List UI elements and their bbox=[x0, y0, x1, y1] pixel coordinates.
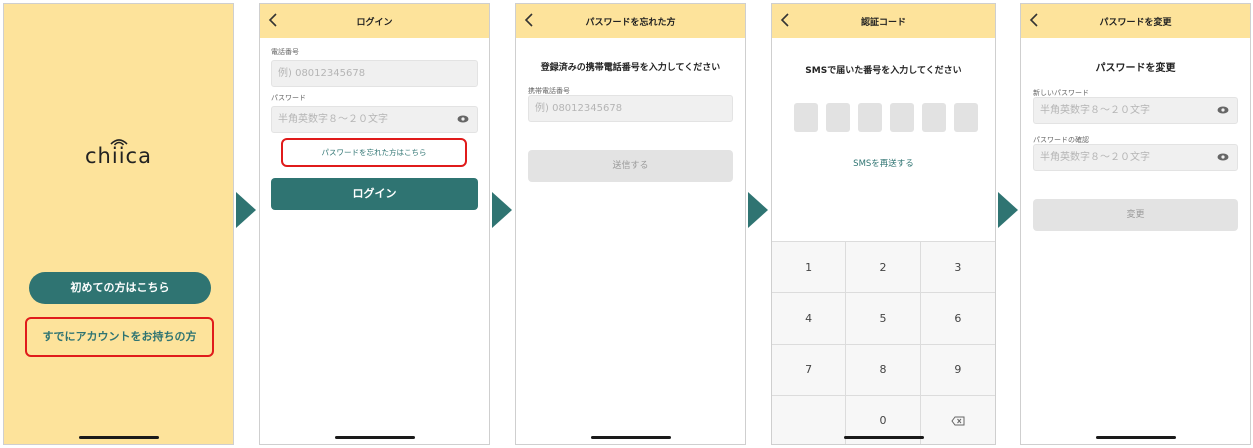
back-chevron-icon[interactable] bbox=[1027, 11, 1043, 29]
resend-sms-link[interactable]: SMSを再送する bbox=[772, 157, 995, 169]
key-blank bbox=[772, 394, 847, 444]
app-logo: chiica bbox=[4, 134, 233, 168]
home-indicator bbox=[843, 436, 924, 439]
code-digit-box[interactable] bbox=[826, 103, 850, 132]
header-bar: パスワードを変更 bbox=[1021, 4, 1250, 38]
key-1[interactable]: 1 bbox=[772, 241, 847, 293]
flow-stage: chiica 初めての方はこちら すでにアカウントをお持ちの方 ログイン 電話番… bbox=[0, 0, 1253, 448]
code-digit-box[interactable] bbox=[858, 103, 882, 132]
header-bar: ログイン bbox=[260, 4, 489, 38]
page-title: ログイン bbox=[356, 17, 393, 28]
screen-change-password: パスワードを変更 パスワードを変更 新しいパスワード 半角英数字８〜２０文字 パ… bbox=[1020, 3, 1251, 445]
key-6[interactable]: 6 bbox=[920, 292, 995, 344]
key-5[interactable]: 5 bbox=[846, 292, 921, 344]
new-password-placeholder: 半角英数字８〜２０文字 bbox=[1040, 105, 1150, 116]
flow-arrow-icon bbox=[236, 192, 256, 228]
password-label: パスワード bbox=[271, 94, 306, 102]
screen-forgot-password: パスワードを忘れた方 登録済みの携帯電話番号を入力してください 携帯電話番号 例… bbox=[515, 3, 746, 445]
confirm-password-placeholder: 半角英数字８〜２０文字 bbox=[1040, 152, 1150, 163]
password-placeholder: 半角英数字８〜２０文字 bbox=[278, 114, 388, 125]
mobile-placeholder: 例) 08012345678 bbox=[535, 103, 623, 114]
key-backspace[interactable] bbox=[920, 394, 995, 444]
key-9[interactable]: 9 bbox=[920, 343, 995, 395]
forgot-password-link[interactable]: パスワードを忘れた方はこちら bbox=[283, 140, 465, 165]
flow-arrow-icon bbox=[748, 192, 768, 228]
flow-arrow-icon bbox=[998, 192, 1018, 228]
flow-arrow-icon bbox=[492, 192, 512, 228]
home-indicator bbox=[78, 436, 159, 439]
highlight-box: すでにアカウントをお持ちの方 bbox=[25, 317, 214, 357]
page-title: パスワードを変更 bbox=[1099, 17, 1172, 28]
key-2[interactable]: 2 bbox=[846, 241, 921, 293]
screen-login: ログイン 電話番号 例) 08012345678 パスワード 半角英数字８〜２０… bbox=[259, 3, 490, 445]
page-title: 認証コード bbox=[860, 17, 906, 28]
instruction-heading: 登録済みの携帯電話番号を入力してください bbox=[540, 63, 721, 73]
home-indicator bbox=[1095, 436, 1176, 439]
key-7[interactable]: 7 bbox=[772, 343, 847, 395]
key-8[interactable]: 8 bbox=[846, 343, 921, 395]
code-digit-box[interactable] bbox=[922, 103, 946, 132]
back-chevron-icon[interactable] bbox=[266, 11, 282, 29]
login-button[interactable]: ログイン bbox=[271, 178, 478, 210]
back-chevron-icon[interactable] bbox=[522, 11, 538, 29]
back-chevron-icon[interactable] bbox=[778, 11, 794, 29]
code-digit-box[interactable] bbox=[890, 103, 914, 132]
section-heading: パスワードを変更 bbox=[1095, 63, 1176, 74]
highlight-box: パスワードを忘れた方はこちら bbox=[281, 138, 467, 167]
key-3[interactable]: 3 bbox=[920, 241, 995, 293]
screen-verification-code: 認証コード SMSで届いた番号を入力してください SMSを再送する 1 2 3 … bbox=[771, 3, 996, 445]
code-input-group[interactable] bbox=[794, 103, 978, 132]
new-password-input[interactable]: 半角英数字８〜２０文字 bbox=[1033, 97, 1238, 124]
mobile-input[interactable]: 例) 08012345678 bbox=[528, 95, 733, 122]
change-button[interactable]: 変更 bbox=[1033, 199, 1238, 231]
logo-text: chiica bbox=[85, 144, 152, 168]
phone-label: 電話番号 bbox=[271, 48, 299, 56]
backspace-icon bbox=[951, 416, 965, 426]
phone-input[interactable]: 例) 08012345678 bbox=[271, 60, 478, 87]
screen-splash: chiica 初めての方はこちら すでにアカウントをお持ちの方 bbox=[3, 3, 234, 445]
code-digit-box[interactable] bbox=[954, 103, 978, 132]
have-account-link[interactable]: すでにアカウントをお持ちの方 bbox=[27, 319, 212, 355]
eye-icon[interactable] bbox=[1217, 153, 1229, 161]
page-title: パスワードを忘れた方 bbox=[585, 17, 676, 28]
instruction-heading: SMSで届いた番号を入力してください bbox=[805, 66, 962, 76]
key-4[interactable]: 4 bbox=[772, 292, 847, 344]
password-input[interactable]: 半角英数字８〜２０文字 bbox=[271, 106, 478, 133]
first-time-button[interactable]: 初めての方はこちら bbox=[29, 272, 211, 304]
home-indicator bbox=[334, 436, 415, 439]
home-indicator bbox=[590, 436, 671, 439]
send-button[interactable]: 送信する bbox=[528, 150, 733, 182]
numeric-keypad: 1 2 3 4 5 6 7 8 9 0 bbox=[772, 241, 995, 444]
code-digit-box[interactable] bbox=[794, 103, 818, 132]
phone-placeholder: 例) 08012345678 bbox=[278, 68, 366, 79]
confirm-password-input[interactable]: 半角英数字８〜２０文字 bbox=[1033, 144, 1238, 171]
eye-icon[interactable] bbox=[1217, 106, 1229, 114]
header-bar: 認証コード bbox=[772, 4, 995, 38]
eye-icon[interactable] bbox=[457, 115, 469, 123]
header-bar: パスワードを忘れた方 bbox=[516, 4, 745, 38]
